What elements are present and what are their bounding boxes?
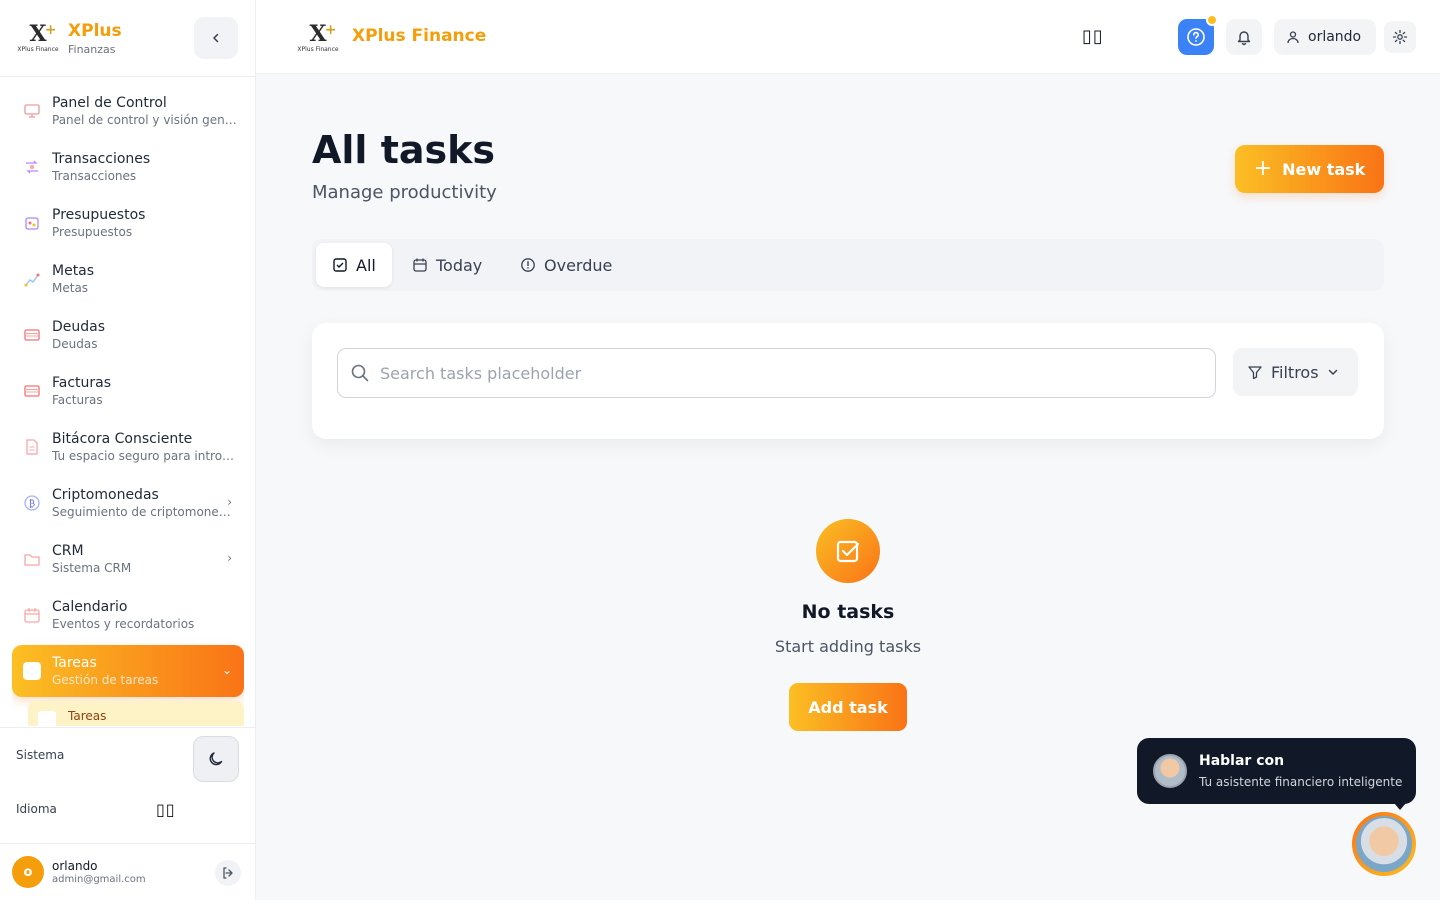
crypto-coin-icon: ₿ bbox=[22, 493, 42, 513]
user-menu-button[interactable]: orlando bbox=[1274, 19, 1376, 55]
chat-popup-tail bbox=[1394, 803, 1406, 810]
notification-dot bbox=[1206, 14, 1218, 26]
chevron-right-icon: › bbox=[227, 551, 232, 565]
search-field[interactable] bbox=[337, 348, 1216, 398]
sidebar-subitem-tareas[interactable]: Tareas bbox=[28, 701, 244, 726]
theme-toggle-button[interactable] bbox=[193, 736, 239, 782]
goal-chart-icon bbox=[22, 269, 42, 289]
add-task-button[interactable]: Add task bbox=[789, 683, 907, 731]
page-subtitle: Manage productivity bbox=[312, 182, 497, 203]
sidebar-item-calendario[interactable]: Calendario Eventos y recordatorios bbox=[12, 589, 244, 641]
chevron-down-icon bbox=[1328, 369, 1337, 376]
tasks-icon bbox=[38, 711, 56, 726]
collapse-sidebar-button[interactable] bbox=[194, 17, 238, 59]
sidebar-user: o orlando admin@gmail.com bbox=[0, 843, 255, 900]
plus-icon: + bbox=[1253, 156, 1273, 181]
sidebar-item-deudas[interactable]: Deudas Deudas bbox=[12, 309, 244, 361]
empty-state-title: No tasks bbox=[801, 601, 895, 623]
bell-icon bbox=[1237, 31, 1251, 46]
sidebar-item-criptomonedas[interactable]: ₿ Criptomonedas Seguimiento de criptomone… bbox=[12, 477, 244, 529]
sidebar-item-presupuestos[interactable]: Presupuestos Presupuestos bbox=[12, 197, 244, 249]
top-header: X + XPlus Finance XPlus Finance ▯▯ orland… bbox=[256, 0, 1440, 74]
tasks-icon bbox=[22, 661, 42, 681]
sidebar-item-facturas[interactable]: Facturas Facturas bbox=[12, 365, 244, 417]
empty-state-subtitle: Start adding tasks bbox=[774, 637, 922, 656]
budget-icon bbox=[22, 213, 42, 233]
filters-button[interactable]: Filtros bbox=[1233, 348, 1358, 396]
assistant-avatar bbox=[1153, 754, 1187, 788]
sidebar-item-tareas[interactable]: Tareas Gestión de tareas ⌄ bbox=[12, 645, 244, 697]
chat-subtitle: Tu asistente financiero inteligente bbox=[1199, 775, 1403, 789]
help-circle-icon bbox=[1187, 28, 1205, 46]
header-logo: X + XPlus Finance bbox=[297, 21, 339, 53]
logout-icon bbox=[223, 867, 233, 879]
chevron-down-icon: ⌄ bbox=[221, 663, 232, 677]
theme-row: Sistema bbox=[0, 728, 255, 782]
search-card: Filtros bbox=[312, 323, 1384, 439]
check-square-icon bbox=[836, 540, 860, 563]
language-row: Idioma ▯▯ bbox=[0, 782, 255, 836]
journal-icon bbox=[22, 437, 42, 457]
new-task-button[interactable]: + New task bbox=[1235, 145, 1384, 193]
sidebar-item-metas[interactable]: Metas Metas bbox=[12, 253, 244, 305]
language-flag-button[interactable]: ▯▯ bbox=[1082, 26, 1104, 47]
moon-icon bbox=[209, 752, 223, 766]
transactions-icon bbox=[22, 157, 42, 177]
notifications-button[interactable] bbox=[1226, 19, 1262, 55]
sidebar-item-crm[interactable]: CRM Sistema CRM › bbox=[12, 533, 244, 585]
folder-icon bbox=[22, 549, 42, 569]
sidebar-brand: X + XPlus Finance XPlus Finanzas bbox=[0, 0, 255, 77]
invoice-card-icon bbox=[22, 381, 42, 401]
header-username: orlando bbox=[1308, 29, 1362, 45]
page-title: All tasks bbox=[312, 128, 496, 172]
search-icon bbox=[351, 364, 369, 382]
sidebar-system-settings: Sistema Idioma ▯▯ bbox=[0, 727, 255, 836]
settings-button[interactable] bbox=[1384, 21, 1416, 53]
sidebar-nav: Panel de Control Panel de control y visió… bbox=[12, 85, 244, 726]
filter-icon bbox=[1248, 366, 1262, 380]
brand-logo: X + XPlus Finance bbox=[17, 21, 59, 53]
assistant-avatar bbox=[1356, 816, 1412, 872]
chevron-left-icon bbox=[213, 33, 219, 43]
tab-overdue[interactable]: Overdue bbox=[520, 243, 612, 287]
empty-state-icon bbox=[816, 519, 880, 583]
language-label: Idioma bbox=[16, 802, 57, 816]
tab-all[interactable]: All bbox=[316, 243, 392, 287]
avatar: o bbox=[12, 856, 44, 888]
user-email: admin@gmail.com bbox=[52, 874, 146, 885]
sidebar-item-bitacora-consciente[interactable]: Bitácora Consciente Tu espacio seguro par… bbox=[12, 421, 244, 473]
task-tabs: All Today Overdue bbox=[312, 239, 1384, 291]
header-brand-name: XPlus Finance bbox=[352, 26, 487, 46]
chat-title: Hablar con bbox=[1199, 753, 1285, 769]
brand-name: XPlus bbox=[68, 20, 122, 41]
chat-assistant-button[interactable] bbox=[1352, 812, 1416, 876]
svg-text:₿: ₿ bbox=[29, 499, 35, 510]
logout-button[interactable] bbox=[215, 860, 241, 886]
gear-icon bbox=[1392, 29, 1408, 45]
credit-card-icon bbox=[22, 325, 42, 345]
sidebar-item-transacciones[interactable]: Transacciones Transacciones bbox=[12, 141, 244, 193]
system-label: Sistema bbox=[16, 748, 65, 762]
search-input[interactable] bbox=[380, 363, 1200, 383]
user-icon bbox=[1287, 31, 1299, 44]
monitor-icon bbox=[22, 101, 42, 121]
sidebar: X + XPlus Finance XPlus Finanzas Panel de… bbox=[0, 0, 256, 900]
calendar-icon bbox=[412, 257, 428, 273]
sidebar-item-panel-de-control[interactable]: Panel de Control Panel de control y visió… bbox=[12, 85, 244, 137]
chat-assistant-popup[interactable]: Hablar con Tu asistente financiero intel… bbox=[1137, 738, 1416, 804]
check-square-icon bbox=[332, 257, 348, 273]
tab-today[interactable]: Today bbox=[412, 243, 482, 287]
alert-circle-icon bbox=[520, 257, 536, 273]
language-flag-button[interactable]: ▯▯ bbox=[156, 800, 176, 819]
calendar-icon bbox=[22, 605, 42, 625]
user-name: orlando bbox=[52, 859, 98, 873]
brand-subtitle: Finanzas bbox=[68, 42, 116, 56]
chevron-right-icon: › bbox=[227, 495, 232, 509]
